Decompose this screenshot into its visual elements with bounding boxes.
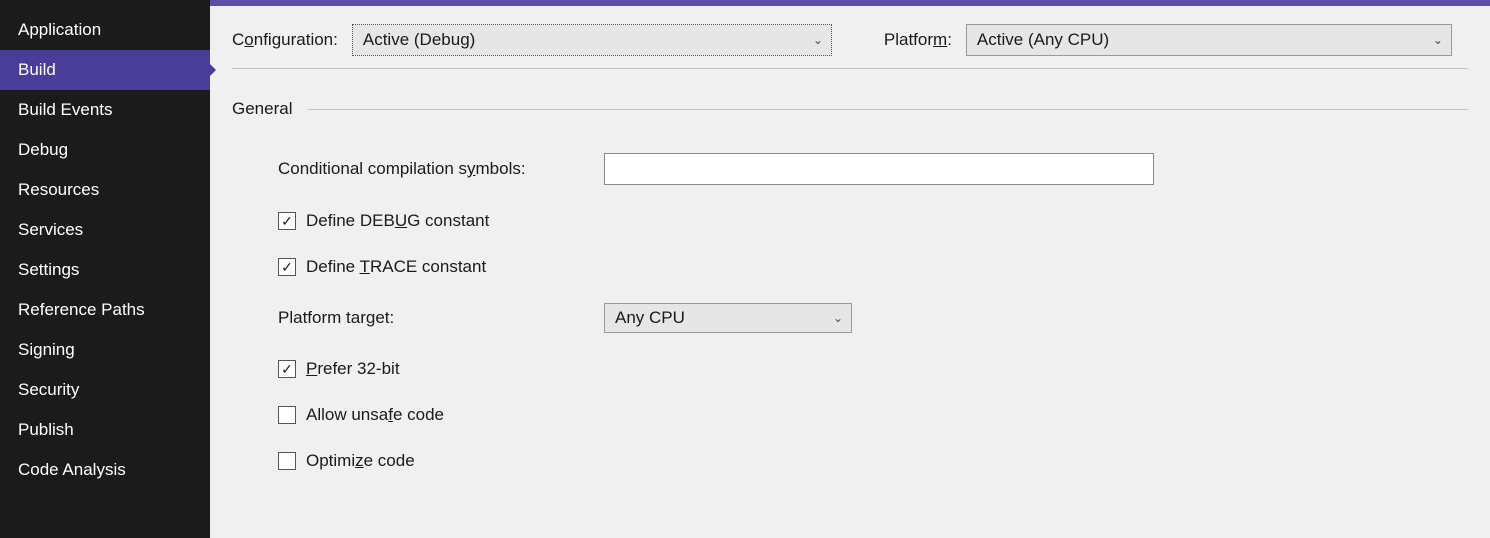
- define-trace-checkbox[interactable]: [278, 258, 296, 276]
- chevron-down-icon: ⌄: [1433, 33, 1443, 47]
- sidebar-item-debug[interactable]: Debug: [0, 130, 210, 170]
- define-debug-checkbox[interactable]: [278, 212, 296, 230]
- main-panel: Configuration: Active (Debug) ⌄ Platform…: [210, 0, 1490, 538]
- platform-label: Platform:: [884, 30, 952, 50]
- platform-target-dropdown[interactable]: Any CPU ⌄: [604, 303, 852, 333]
- row-allow-unsafe: Allow unsafe code: [278, 405, 1468, 425]
- prefer-32bit-checkbox[interactable]: [278, 360, 296, 378]
- define-trace-label: Define TRACE constant: [306, 257, 486, 277]
- content: General Conditional compilation symbols:…: [210, 69, 1490, 497]
- allow-unsafe-checkbox[interactable]: [278, 406, 296, 424]
- symbols-input[interactable]: [604, 153, 1154, 185]
- row-define-trace: Define TRACE constant: [278, 257, 1468, 277]
- configuration-dropdown[interactable]: Active (Debug) ⌄: [352, 24, 832, 56]
- symbols-label: Conditional compilation symbols:: [278, 159, 604, 179]
- row-prefer-32bit: Prefer 32-bit: [278, 359, 1468, 379]
- prefer-32bit-label: Prefer 32-bit: [306, 359, 400, 379]
- row-symbols: Conditional compilation symbols:: [278, 153, 1468, 185]
- general-form: Conditional compilation symbols: Define …: [232, 153, 1468, 471]
- platform-dropdown[interactable]: Active (Any CPU) ⌄: [966, 24, 1452, 56]
- sidebar-item-build[interactable]: Build: [0, 50, 210, 90]
- optimize-checkbox[interactable]: [278, 452, 296, 470]
- optimize-label: Optimize code: [306, 451, 415, 471]
- sidebar: Application Build Build Events Debug Res…: [0, 0, 210, 538]
- topbar: Configuration: Active (Debug) ⌄ Platform…: [210, 6, 1490, 68]
- row-platform-target: Platform target: Any CPU ⌄: [278, 303, 1468, 333]
- chevron-down-icon: ⌄: [833, 311, 843, 325]
- sidebar-item-signing[interactable]: Signing: [0, 330, 210, 370]
- section-title: General: [232, 99, 292, 119]
- row-define-debug: Define DEBUG constant: [278, 211, 1468, 231]
- sidebar-item-settings[interactable]: Settings: [0, 250, 210, 290]
- row-optimize: Optimize code: [278, 451, 1468, 471]
- sidebar-item-publish[interactable]: Publish: [0, 410, 210, 450]
- allow-unsafe-label: Allow unsafe code: [306, 405, 444, 425]
- define-debug-label: Define DEBUG constant: [306, 211, 489, 231]
- sidebar-item-security[interactable]: Security: [0, 370, 210, 410]
- platform-target-dropdown-value: Any CPU: [615, 308, 685, 328]
- platform-dropdown-value: Active (Any CPU): [977, 30, 1109, 50]
- section-header-general: General: [232, 99, 1468, 119]
- sidebar-item-code-analysis[interactable]: Code Analysis: [0, 450, 210, 490]
- sidebar-item-services[interactable]: Services: [0, 210, 210, 250]
- sidebar-item-resources[interactable]: Resources: [0, 170, 210, 210]
- section-divider: [308, 109, 1468, 110]
- chevron-down-icon: ⌄: [813, 33, 823, 47]
- configuration-label: Configuration:: [232, 30, 338, 50]
- configuration-dropdown-value: Active (Debug): [363, 30, 475, 50]
- platform-target-label: Platform target:: [278, 308, 604, 328]
- sidebar-item-reference-paths[interactable]: Reference Paths: [0, 290, 210, 330]
- sidebar-item-build-events[interactable]: Build Events: [0, 90, 210, 130]
- sidebar-item-application[interactable]: Application: [0, 10, 210, 50]
